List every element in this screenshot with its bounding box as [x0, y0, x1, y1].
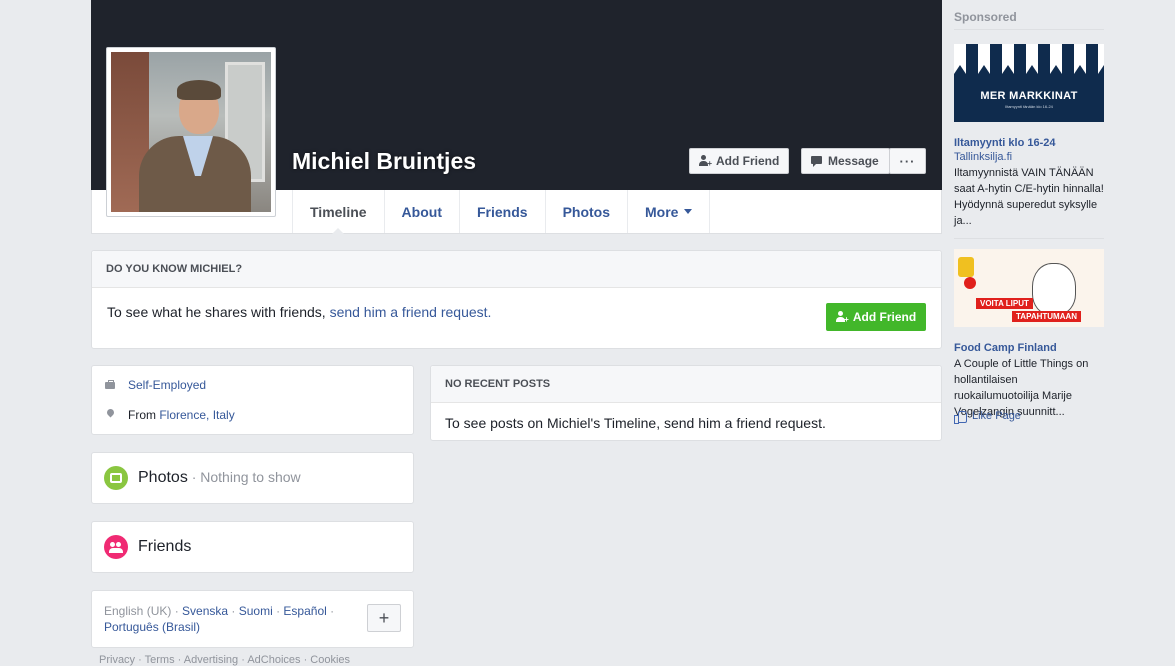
intro-work-row: Self-Employed	[104, 378, 206, 392]
footer-links[interactable]: Privacy · Terms · Advertising · AdChoice…	[99, 654, 350, 666]
thumbs-up-icon	[954, 410, 967, 424]
language-link[interactable]: Español	[283, 604, 326, 618]
message-icon	[811, 155, 823, 167]
language-card: English (UK) · Svenska · Suomi · Español…	[91, 590, 414, 648]
tab-timeline[interactable]: Timeline	[292, 190, 384, 234]
tab-more[interactable]: More	[627, 190, 711, 233]
do-you-know-heading: DO YOU KNOW MICHIEL?	[92, 251, 941, 288]
intro-from-row: From Florence, Italy	[104, 408, 235, 422]
tab-photos[interactable]: Photos	[544, 190, 627, 233]
sponsored-heading: Sponsored	[954, 10, 1104, 30]
tab-friends[interactable]: Friends	[458, 190, 545, 233]
like-page-link[interactable]: Like Page	[954, 410, 1021, 424]
add-language-button[interactable]: +	[367, 604, 401, 632]
friend-request-link[interactable]: send him a friend request.	[330, 304, 492, 320]
add-friend-label: Add Friend	[716, 154, 780, 168]
ad-image-tallink[interactable]: MER MARKKINAT Iltamyynti tänään klo 16-2…	[954, 44, 1104, 122]
ad-domain[interactable]: Tallinksilja.fi	[954, 151, 1012, 163]
friends-card[interactable]: Friends	[91, 521, 414, 573]
friends-icon	[104, 535, 128, 559]
tab-about[interactable]: About	[383, 190, 459, 233]
add-friend-icon: +	[835, 311, 849, 324]
no-recent-posts-heading: NO RECENT POSTS	[431, 366, 941, 403]
ad-title[interactable]: Food Camp Finland	[954, 342, 1057, 354]
location-pin-icon	[104, 408, 118, 422]
do-you-know-text: To see what he shares with friends, send…	[107, 304, 492, 320]
ad-image-food-camp[interactable]: VOITA LIPUT TAPAHTUMAAN	[954, 249, 1104, 327]
language-link[interactable]: Svenska	[182, 604, 228, 618]
photos-status: Nothing to show	[200, 469, 301, 485]
message-label: Message	[828, 154, 879, 168]
briefcase-icon	[104, 378, 118, 392]
ellipsis-icon: ···	[899, 153, 916, 169]
caret-down-icon	[684, 209, 693, 214]
friends-title[interactable]: Friends	[138, 538, 191, 556]
add-friend-green-button[interactable]: + Add Friend	[826, 303, 926, 331]
ad-body: Iltamyynnistä VAIN TÄNÄÄN saat A-hytin C…	[954, 167, 1104, 227]
ad-divider	[954, 238, 1104, 239]
current-language: English (UK)	[104, 604, 172, 618]
photos-icon	[104, 466, 128, 490]
message-button[interactable]: Message	[801, 148, 890, 174]
profile-picture[interactable]	[106, 47, 276, 217]
ad-title[interactable]: Iltamyynti klo 16-24	[954, 137, 1056, 149]
intro-card: Self-Employed From Florence, Italy	[91, 365, 414, 435]
work-link[interactable]: Self-Employed	[128, 378, 206, 392]
profile-name[interactable]: Michiel Bruintjes	[292, 148, 476, 175]
hometown-link[interactable]: Florence, Italy	[159, 408, 234, 422]
no-recent-posts-card: NO RECENT POSTS To see posts on Michiel'…	[430, 365, 942, 441]
language-list: English (UK) · Svenska · Suomi · Español…	[104, 604, 335, 634]
add-friend-icon: +	[699, 155, 712, 168]
no-recent-posts-text: To see posts on Michiel's Timeline, send…	[445, 415, 826, 431]
profile-photo-image	[111, 52, 271, 212]
photos-card[interactable]: Photos · Nothing to show	[91, 452, 414, 504]
do-you-know-card: DO YOU KNOW MICHIEL? To see what he shar…	[91, 250, 942, 349]
language-link[interactable]: Português (Brasil)	[104, 620, 200, 634]
language-link[interactable]: Suomi	[239, 604, 273, 618]
photos-title[interactable]: Photos	[138, 469, 188, 486]
add-friend-button[interactable]: + Add Friend	[689, 148, 790, 174]
more-options-button[interactable]: ···	[889, 148, 926, 174]
